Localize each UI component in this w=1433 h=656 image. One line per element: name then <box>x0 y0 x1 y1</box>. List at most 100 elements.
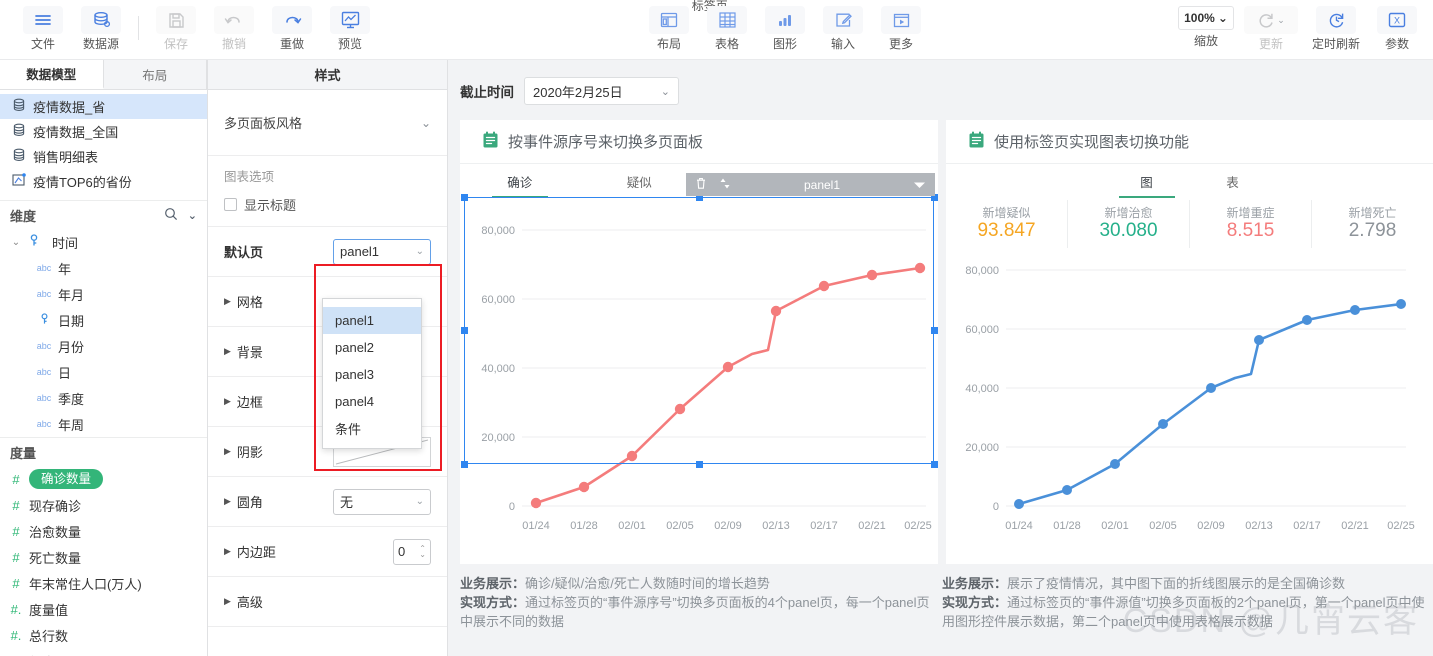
kpi-new-suspected[interactable]: 新增疑似 93.847 <box>946 200 1068 248</box>
toolbar-button-chart-label: 图形 <box>772 37 797 51</box>
datasource-item-top6-provinces[interactable]: 疫情TOP6的省份 <box>0 169 207 194</box>
style-row-padding[interactable]: ▶ 内边距 0 ⌃ ⌄ <box>208 527 447 577</box>
card-right-description: 业务展示：展示了疫情情况，其中图下面的折线图展示的是全国确诊数 实现方式：通过标… <box>942 574 1425 631</box>
checkbox-icon[interactable] <box>224 198 237 211</box>
resize-handle-s[interactable] <box>696 461 703 468</box>
card-tab-confirmed[interactable]: 确诊 <box>460 164 580 198</box>
card-tab-suspected[interactable]: 疑似 <box>580 164 700 198</box>
dimension-item-day[interactable]: abc 日 <box>0 359 207 385</box>
dropdown-option-panel2[interactable]: panel2 <box>323 334 421 361</box>
measure-item-longitude[interactable]: #. 经度 <box>0 648 207 656</box>
svg-text:80,000: 80,000 <box>481 225 515 237</box>
kpi-new-deaths[interactable]: 新增死亡 2.798 <box>1312 200 1433 248</box>
measure-item-population[interactable]: # 年末常住人口(万人) <box>0 570 207 596</box>
default-page-select[interactable]: panel1 ⌄ <box>333 238 431 265</box>
tab-data-model[interactable]: 数据模型 <box>0 60 104 89</box>
measure-section-title: 度量 <box>10 445 37 461</box>
dropdown-option-panel1[interactable]: panel1 <box>323 307 421 334</box>
panel-float-toolbar[interactable]: panel1 <box>686 173 935 196</box>
datasource-item-epidemic-national[interactable]: 疫情数据_全国 <box>0 119 207 144</box>
measure-item-deaths[interactable]: # 死亡数量 <box>0 544 207 570</box>
toolbar-button-more-label: 更多 <box>888 37 913 51</box>
toolbar-button-layout[interactable]: 布局 <box>640 0 698 56</box>
resize-handle-w[interactable] <box>461 327 468 334</box>
card-tab-label: 表 <box>1226 175 1239 190</box>
caret-right-icon: ▶ <box>224 396 231 406</box>
caret-down-icon[interactable] <box>913 178 926 192</box>
dimension-item-label: 年周 <box>58 417 85 433</box>
dropdown-option-panel3[interactable]: panel3 <box>323 361 421 388</box>
app-window: 标签页 ⌄ 文件 <box>0 0 1433 656</box>
style-preset-row[interactable]: 多页面板风格 ⌄ <box>208 90 447 156</box>
toolbar-button-table[interactable]: 表格 <box>698 0 756 56</box>
card-tab-graph[interactable]: 图 <box>1104 164 1190 198</box>
radius-select[interactable]: 无 ⌄ <box>333 488 431 515</box>
svg-text:01/28: 01/28 <box>1053 520 1081 532</box>
resize-handle-sw[interactable] <box>461 461 468 468</box>
toolbar-button-file-label: 文件 <box>30 37 55 51</box>
padding-stepper[interactable]: 0 ⌃ ⌄ <box>393 538 431 565</box>
deadline-date-select[interactable]: 2020年2月25日 ⌄ <box>524 77 679 105</box>
toolbar-button-layout-label: 布局 <box>656 37 681 51</box>
chevron-down-icon[interactable]: ⌄ <box>1277 15 1285 26</box>
trash-icon[interactable] <box>695 177 707 193</box>
style-panel-title: 样式 <box>208 60 447 90</box>
default-page-dropdown-menu[interactable]: panel1 panel2 panel3 panel4 条件 <box>322 298 422 449</box>
measure-item-label: 经度 <box>29 652 55 656</box>
resize-handle-nw[interactable] <box>461 194 468 201</box>
dimension-tree: ⌄ 时间 abc 年 abc 年月 日期 abc 月份 abc 日 abc 季度… <box>0 229 207 437</box>
style-row-advanced[interactable]: ▶ 高级 <box>208 577 447 627</box>
kpi-new-cured[interactable]: 新增治愈 30.080 <box>1068 200 1190 248</box>
chevron-down-icon[interactable]: ⌄ <box>421 116 431 130</box>
toolbar-button-input[interactable]: 输入 <box>814 0 872 56</box>
show-title-checkbox-row[interactable]: 显示标题 <box>224 195 431 214</box>
toolbar-button-timer-refresh[interactable]: 定时刷新 <box>1303 0 1369 56</box>
stepper-arrows-icon[interactable]: ⌃ ⌄ <box>419 544 426 558</box>
caret-right-icon: ▶ <box>224 296 231 306</box>
kpi-new-severe[interactable]: 新增重症 8.515 <box>1190 200 1312 248</box>
dimension-item-yearweek[interactable]: abc 年周 <box>0 411 207 437</box>
chevron-down-icon[interactable]: ⌄ <box>188 209 197 222</box>
datasource-item-sales-detail[interactable]: 销售明细表 <box>0 144 207 169</box>
measure-item-measure-value[interactable]: #. 度量值 <box>0 596 207 622</box>
dropdown-option-panel4[interactable]: panel4 <box>323 388 421 415</box>
card-left-header: 按事件源序号来切换多页面板 <box>460 120 938 164</box>
resize-handle-se[interactable] <box>931 461 938 468</box>
chart-icon <box>765 6 805 34</box>
toolbar-button-refresh[interactable]: ⌄ 更新 <box>1239 0 1303 56</box>
card-tab-table[interactable]: 表 <box>1190 164 1276 198</box>
dimension-item-quarter[interactable]: abc 季度 <box>0 385 207 411</box>
zoom-select[interactable]: 100% ⌄ <box>1178 6 1234 30</box>
dimension-item-date[interactable]: 日期 <box>0 307 207 333</box>
style-row-radius[interactable]: ▶ 圆角 无 ⌄ <box>208 477 447 527</box>
datasource-item-epidemic-province[interactable]: 疫情数据_省 <box>0 94 207 119</box>
line-chart-confirmed-blue[interactable]: 80,000 60,000 40,000 20,000 0 01/24 01/2… <box>946 248 1433 558</box>
swap-vertical-icon[interactable] <box>719 177 731 193</box>
measure-item-row-count[interactable]: #. 总行数 <box>0 622 207 648</box>
toolbar-button-params[interactable]: X 参数 <box>1369 0 1425 56</box>
dimension-item-yearmonth[interactable]: abc 年月 <box>0 281 207 307</box>
toolbar-button-chart[interactable]: 图形 <box>756 0 814 56</box>
svg-text:02/01: 02/01 <box>618 520 646 532</box>
dropdown-option-condition[interactable]: 条件 <box>323 415 421 442</box>
dimension-item-year[interactable]: abc 年 <box>0 255 207 281</box>
hash-icon: # <box>12 549 20 565</box>
toolbar-button-more[interactable]: 更多 <box>872 0 930 56</box>
chevron-down-icon[interactable]: ⌄ <box>10 237 22 248</box>
tab-layout[interactable]: 布局 <box>103 60 207 89</box>
measure-item-existing[interactable]: # 现存确诊 <box>0 492 207 518</box>
caret-right-icon: ▶ <box>224 496 231 506</box>
dimension-item-month[interactable]: abc 月份 <box>0 333 207 359</box>
resize-handle-e[interactable] <box>931 327 938 334</box>
table-icon <box>707 6 747 34</box>
dimension-node-time[interactable]: ⌄ 时间 <box>0 229 207 255</box>
hash-icon: # <box>12 471 20 487</box>
key-icon <box>28 234 40 250</box>
measure-item-cured[interactable]: # 治愈数量 <box>0 518 207 544</box>
toolbar-refresh-label: 更新 <box>1258 37 1283 51</box>
search-icon[interactable] <box>164 207 178 224</box>
measure-item-confirmed[interactable]: # 确诊数量 <box>0 466 207 492</box>
svg-text:02/21: 02/21 <box>858 520 886 532</box>
line-chart-confirmed-red[interactable]: 80,000 60,000 40,000 20,000 0 01/24 01/2… <box>460 198 938 556</box>
toolbar-zoom-control[interactable]: 100% ⌄ 缩放 <box>1173 0 1239 56</box>
